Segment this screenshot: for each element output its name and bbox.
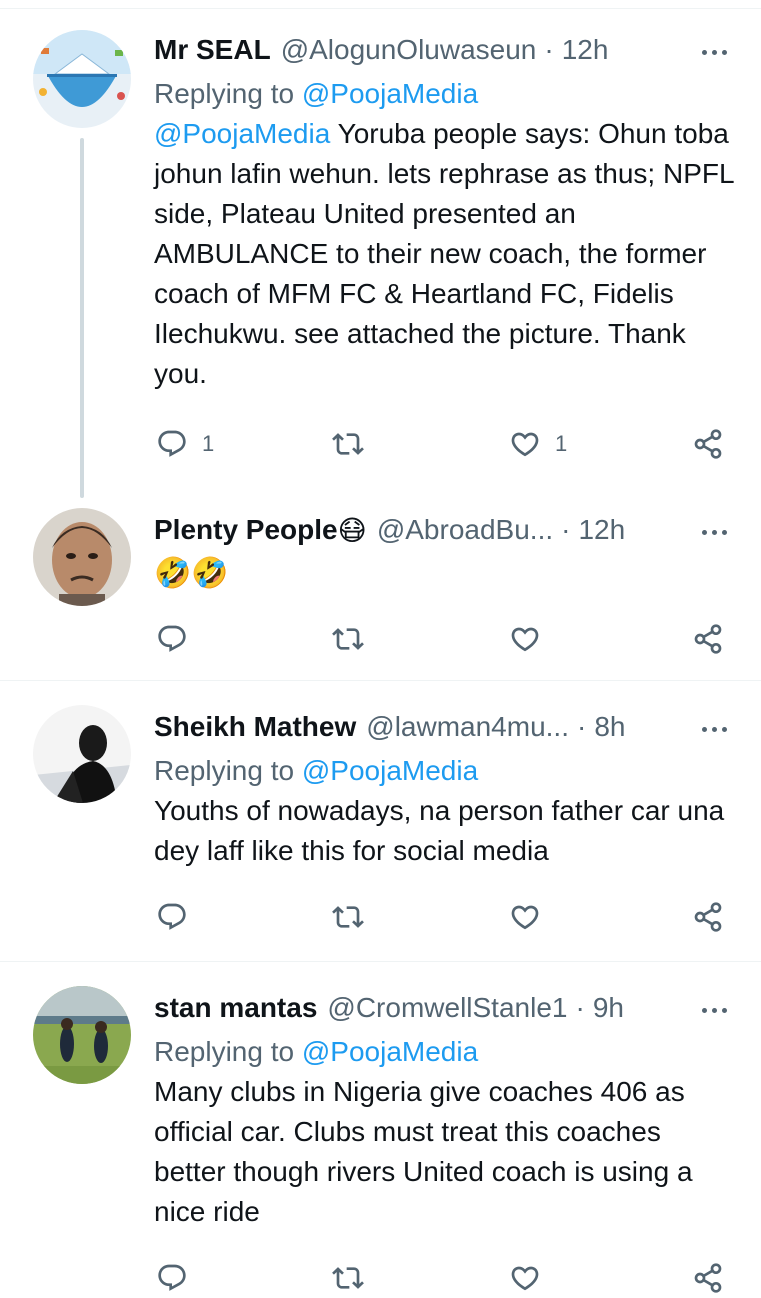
author-name[interactable]: Mr SEAL [154, 34, 271, 66]
more-icon[interactable] [694, 717, 734, 741]
reply-button[interactable] [156, 897, 188, 937]
replying-to-label: Replying to [154, 1036, 302, 1067]
mention-link[interactable]: @PoojaMedia [154, 118, 330, 149]
author-name[interactable]: stan mantas [154, 992, 317, 1024]
like-icon [509, 623, 541, 655]
reply-button[interactable]: 1 [156, 424, 214, 464]
reply-icon [156, 623, 188, 655]
action-bar: 1 1 [154, 424, 734, 464]
like-button[interactable] [509, 619, 541, 659]
reply-icon [156, 428, 188, 460]
tweet-2[interactable]: Plenty People 😷 @AbroadBu... · 12h 🤣🤣 [0, 500, 761, 681]
avatar-image [33, 508, 131, 606]
like-button[interactable] [509, 1258, 541, 1298]
like-icon [509, 1262, 541, 1294]
separator-dot: · [575, 992, 585, 1023]
author-handle[interactable]: @AlogunOluwaseun [281, 34, 537, 66]
replying-to-link[interactable]: @PoojaMedia [302, 755, 478, 786]
separator-dot: · [561, 514, 571, 545]
retweet-icon [332, 1262, 364, 1294]
avatar[interactable] [33, 705, 131, 803]
author-name[interactable]: Sheikh Mathew [154, 711, 356, 743]
replying-to: Replying to @PoojaMedia [154, 74, 734, 114]
avatar[interactable] [33, 508, 131, 606]
tweet-3[interactable]: Sheikh Mathew @lawman4mu... · 8h Replyin… [0, 681, 761, 962]
retweet-button[interactable] [332, 424, 364, 464]
replying-to-link[interactable]: @PoojaMedia [302, 78, 478, 109]
tweet-text: Many clubs in Nigeria give coaches 406 a… [154, 1076, 693, 1227]
separator-dot: · [544, 34, 554, 65]
retweet-button[interactable] [332, 1258, 364, 1298]
more-icon[interactable] [694, 520, 734, 544]
like-button[interactable]: 1 [509, 424, 567, 464]
timestamp[interactable]: 8h [594, 711, 625, 743]
author-handle[interactable]: @CromwellStanle1 [327, 992, 567, 1024]
like-count: 1 [555, 431, 568, 456]
avatar[interactable] [33, 986, 131, 1084]
tweet-1[interactable]: Mr SEAL @AlogunOluwaseun · 12h Replying … [0, 0, 761, 500]
separator-dot: · [576, 711, 587, 742]
like-button[interactable] [509, 897, 541, 937]
timestamp[interactable]: 9h [593, 992, 624, 1024]
retweet-icon [332, 901, 364, 933]
timestamp[interactable]: 12h [578, 514, 625, 546]
retweet-icon [332, 623, 364, 655]
replying-to: Replying to @PoojaMedia [154, 751, 734, 791]
action-bar [154, 1258, 734, 1298]
reply-button[interactable] [156, 619, 188, 659]
timestamp[interactable]: 12h [562, 34, 609, 66]
avatar-image [33, 30, 131, 128]
like-icon [509, 428, 541, 460]
thread-line [80, 138, 84, 498]
like-icon [509, 901, 541, 933]
avatar[interactable] [33, 30, 131, 128]
action-bar [154, 897, 734, 937]
share-button[interactable] [692, 897, 724, 937]
reply-button[interactable] [156, 1258, 188, 1298]
share-icon [692, 1262, 724, 1294]
share-button[interactable] [692, 619, 724, 659]
author-name[interactable]: Plenty People [154, 514, 338, 546]
tweet-text: @PoojaMedia Yoruba people says: Ohun tob… [154, 114, 734, 394]
avatar-image [33, 986, 131, 1084]
mask-emoji: 😷 [337, 514, 367, 546]
replying-to-label: Replying to [154, 755, 302, 786]
reply-count: 1 [202, 431, 215, 456]
retweet-icon [332, 428, 364, 460]
replying-to: Replying to @PoojaMedia [154, 1032, 734, 1072]
retweet-button[interactable] [332, 619, 364, 659]
tweet-text: Youths of nowadays, na person father car… [154, 795, 725, 866]
author-handle[interactable]: @lawman4mu... [366, 711, 569, 743]
tweet-text: 🤣🤣 [154, 557, 229, 590]
retweet-button[interactable] [332, 897, 364, 937]
reply-icon [156, 1262, 188, 1294]
tweet-4[interactable]: stan mantas @CromwellStanle1 · 9h Replyi… [0, 962, 761, 1280]
share-icon [692, 901, 724, 933]
tweet-body: Yoruba people says: Ohun toba johun lafi… [154, 118, 734, 389]
action-bar [154, 619, 734, 659]
author-handle[interactable]: @AbroadBu... [377, 514, 553, 546]
share-icon [692, 623, 724, 655]
more-icon[interactable] [694, 40, 734, 64]
replying-to-link[interactable]: @PoojaMedia [302, 1036, 478, 1067]
share-icon [692, 428, 724, 460]
reply-icon [156, 901, 188, 933]
share-button[interactable] [692, 424, 724, 464]
share-button[interactable] [692, 1258, 724, 1298]
more-icon[interactable] [694, 998, 734, 1022]
replying-to-label: Replying to [154, 78, 302, 109]
avatar-image [33, 705, 131, 803]
